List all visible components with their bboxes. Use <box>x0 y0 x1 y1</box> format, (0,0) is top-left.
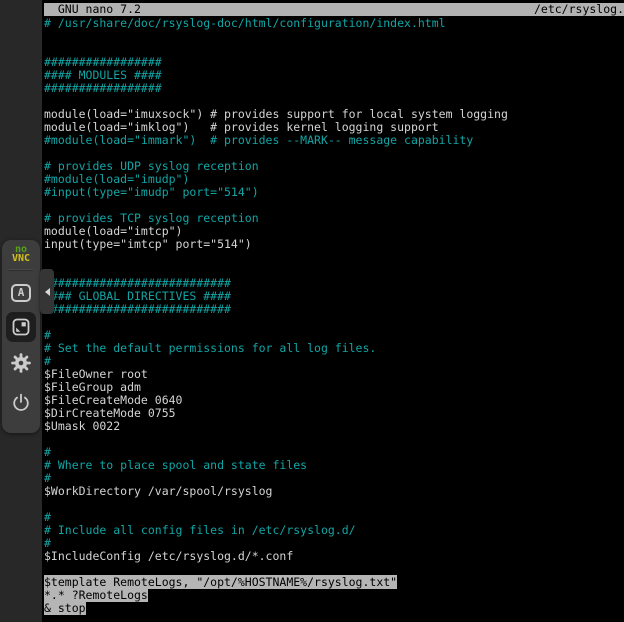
editor-line: ########################### <box>44 303 624 316</box>
editor-line: # Where to place spool and state files <box>44 459 624 472</box>
editor-line: $IncludeConfig /etc/rsyslog.d/*.conf <box>44 550 624 563</box>
fullscreen-icon <box>11 317 31 337</box>
nano-version-label: GNU nano 7.2 <box>44 3 141 16</box>
editor-line: #module(load="immark") # provides --MARK… <box>44 134 624 147</box>
nano-titlebar: GNU nano 7.2 /etc/rsyslog. <box>44 3 624 16</box>
chevron-left-icon <box>45 288 50 296</box>
editor-line: # Include all config files in /etc/rsysl… <box>44 524 624 537</box>
editor-line: $Umask 0022 <box>44 420 624 433</box>
novnc-clipboard-button[interactable]: A <box>6 278 36 308</box>
editor-line: # /usr/share/doc/rsyslog-doc/html/config… <box>44 17 624 30</box>
power-icon <box>10 392 32 414</box>
editor-line: #input(type="imudp" port="514") <box>44 186 624 199</box>
editor-content[interactable]: # /usr/share/doc/rsyslog-doc/html/config… <box>44 17 624 622</box>
editor-line: $WorkDirectory /var/spool/rsyslog <box>44 485 624 498</box>
editor-line: *.* ?RemoteLogs <box>44 589 624 602</box>
editor-line <box>44 498 624 511</box>
editor-line: & stop <box>44 602 624 615</box>
editor-line <box>44 433 624 446</box>
editor-line <box>44 30 624 43</box>
editor-line <box>44 251 624 264</box>
novnc-control-bar: no VNC A <box>2 240 40 433</box>
novnc-power-button[interactable] <box>6 388 36 418</box>
novnc-fullscreen-button[interactable] <box>6 312 36 342</box>
novnc-logo: no VNC <box>2 245 40 263</box>
editor-line: input(type="imtcp" port="514") <box>44 238 624 251</box>
terminal-window: GNU nano 7.2 /etc/rsyslog. # /usr/share/… <box>42 0 624 622</box>
editor-line: # Set the default permissions for all lo… <box>44 342 624 355</box>
control-bar-handle[interactable] <box>40 269 54 314</box>
clipboard-a-icon: A <box>11 284 31 302</box>
novnc-logo-vnc: VNC <box>2 254 40 263</box>
control-bar-divider <box>9 269 33 271</box>
editor-line: ################# <box>44 82 624 95</box>
editor-line: $DirCreateMode 0755 <box>44 407 624 420</box>
editor-line <box>44 316 624 329</box>
gear-icon <box>10 352 32 374</box>
nano-filename-label: /etc/rsyslog. <box>534 3 624 16</box>
novnc-settings-button[interactable] <box>6 348 36 378</box>
